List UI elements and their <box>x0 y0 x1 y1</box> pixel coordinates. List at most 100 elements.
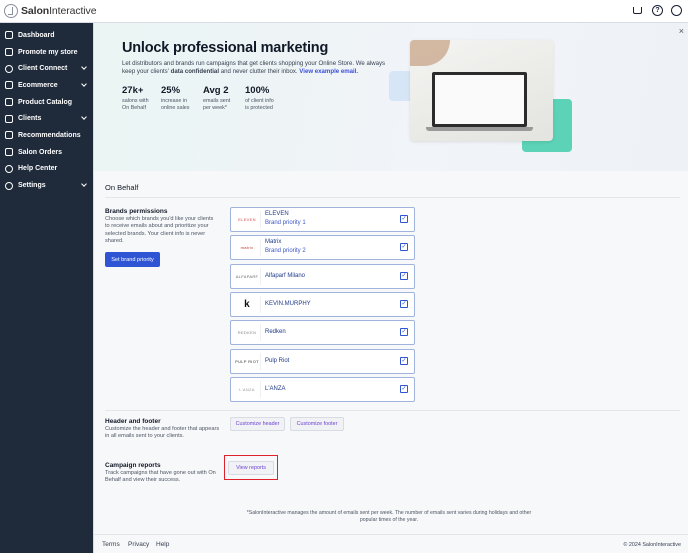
privacy-link[interactable]: Privacy <box>128 541 149 548</box>
sidebar-item-label: Salon Orders <box>18 148 62 156</box>
customize-footer-button[interactable]: Customize footer <box>290 417 344 431</box>
brand-row[interactable]: ALFAPARF Alfaparf Milano ✓ <box>230 264 415 289</box>
brand-name: ELEVEN <box>265 211 289 217</box>
brand-logo: REDKEN <box>234 324 261 341</box>
sidebar-item-product-catalog[interactable]: Product Catalog <box>0 94 93 111</box>
checkbox[interactable]: ✓ <box>400 385 408 393</box>
brand-row[interactable]: REDKEN Redken ✓ <box>230 320 415 345</box>
footer: Terms Privacy Help © 2024 SalonInteracti… <box>94 534 688 553</box>
chevron-down-icon[interactable] <box>81 81 87 87</box>
brand-logo: L'ANZA <box>234 381 261 398</box>
megaphone-icon <box>5 48 13 57</box>
connect-icon <box>5 64 13 73</box>
sidebar-item-label: Ecommerce <box>18 81 58 89</box>
stat-label: of client info is protected <box>245 98 274 111</box>
brand-row[interactable]: L'ANZA L'ANZA ✓ <box>230 377 415 402</box>
brand-name: Pulp Riot <box>265 358 290 364</box>
brand-row[interactable]: matrix Matrix Brand priority 2 ✓ <box>230 235 415 260</box>
stat-label: salons with On Behalf <box>122 98 149 111</box>
checkbox[interactable]: ✓ <box>400 357 408 365</box>
brand-logo: ALFAPARF <box>234 268 261 285</box>
sidebar-item-label: Clients <box>18 115 42 123</box>
sidebar-item-label: Recommendations <box>18 131 81 139</box>
section-title: On Behalf <box>105 183 139 192</box>
brand-priority: Brand priority 2 <box>265 248 306 254</box>
sidebar-item-settings[interactable]: Settings <box>0 177 93 194</box>
help-icon[interactable]: ? <box>652 5 663 16</box>
brand-name: Matrix <box>265 239 282 245</box>
header-footer-description: Customize the header and footer that app… <box>105 426 220 440</box>
brand-logo: PULP RIOT <box>234 353 261 370</box>
banner-stats: 27k+ salons with On Behalf 25% increase in on… <box>122 85 295 111</box>
checkbox[interactable]: ✓ <box>400 215 408 223</box>
campaign-reports-description: Track campaigns that have gone out with … <box>105 470 216 484</box>
brand-name: Alfaparf Milano <box>265 273 306 279</box>
banner-title: Unlock professional marketing <box>122 40 329 56</box>
brand-row[interactable]: PULP RIOT Pulp Riot ✓ <box>230 349 415 374</box>
sidebar-item-dashboard[interactable]: Dashboard <box>0 27 93 44</box>
stat-value: 27k+ <box>122 85 144 96</box>
checkbox[interactable]: ✓ <box>400 300 408 308</box>
top-bar: SalonInteractive ? <box>0 0 688 23</box>
close-icon[interactable]: × <box>679 26 684 36</box>
sidebar-item-help-center[interactable]: Help Center <box>0 161 93 178</box>
set-brand-priority-button[interactable]: Set brand priority <box>105 252 160 267</box>
campaign-reports-title: Campaign reports <box>105 462 161 469</box>
sidebar-item-label: Dashboard <box>18 31 55 39</box>
copyright: © 2024 SalonInteractive <box>623 542 681 548</box>
sidebar-item-clients[interactable]: Clients <box>0 110 93 127</box>
sidebar-item-label: Client Connect <box>18 65 68 73</box>
stat-label: increase in online sales <box>161 98 190 111</box>
brand-name: KEVIN.MURPHY <box>265 301 311 307</box>
banner-description: Let distributors and brands run campaign… <box>122 60 386 76</box>
catalog-icon <box>5 98 13 107</box>
terms-link[interactable]: Terms <box>102 541 120 548</box>
chevron-down-icon[interactable] <box>81 114 87 121</box>
divider <box>105 410 680 411</box>
users-icon <box>5 114 13 123</box>
bag-icon <box>5 81 13 90</box>
stat-label: emails sent per week* <box>203 98 231 111</box>
stat-item: Avg 2 emails sent per week* <box>203 85 245 111</box>
gear-icon <box>5 181 13 190</box>
footnote: *SalonInteractive manages the amount of … <box>246 510 532 523</box>
brand-logo: matrix <box>234 239 261 256</box>
cart-icon[interactable] <box>633 5 644 16</box>
sidebar-item-promote-my-store[interactable]: Promote my store <box>0 44 93 61</box>
user-icon[interactable] <box>671 5 682 16</box>
sidebar-item-client-connect[interactable]: Client Connect <box>0 60 93 77</box>
brand-row[interactable]: ELEVEN ELEVEN Brand priority 1 ✓ <box>230 207 415 232</box>
brand-row[interactable]: k KEVIN.MURPHY ✓ <box>230 292 415 317</box>
brand-name: Redken <box>265 329 286 335</box>
chevron-down-icon[interactable] <box>81 181 87 188</box>
brand-logo: k <box>234 296 261 313</box>
grid-icon <box>5 31 13 40</box>
checkbox[interactable]: ✓ <box>400 243 408 251</box>
divider <box>105 197 680 198</box>
checkbox[interactable]: ✓ <box>400 328 408 336</box>
heart-icon <box>5 131 13 140</box>
sidebar-item-ecommerce[interactable]: Ecommerce <box>0 77 93 94</box>
marketing-banner: × Unlock professional marketing Let dist… <box>94 23 688 171</box>
checkbox[interactable]: ✓ <box>400 272 408 280</box>
stat-value: 100% <box>245 85 270 96</box>
view-reports-button[interactable]: View reports <box>228 461 274 475</box>
header-footer-title: Header and footer <box>105 418 161 425</box>
help-link[interactable]: Help <box>156 541 169 548</box>
brand-priority: Brand priority 1 <box>265 220 306 226</box>
brand-name: L'ANZA <box>265 386 286 392</box>
help-circle-icon <box>5 164 13 173</box>
sidebar-item-recommendations[interactable]: Recommendations <box>0 127 93 144</box>
stat-item: 27k+ salons with On Behalf <box>122 85 161 111</box>
orders-icon <box>5 148 13 157</box>
laptop-image <box>410 40 553 141</box>
chevron-down-icon[interactable] <box>81 64 87 71</box>
app-logo[interactable]: SalonInteractive <box>4 4 97 18</box>
stat-value: Avg 2 <box>203 85 229 96</box>
customize-header-button[interactable]: Customize header <box>230 417 285 431</box>
sidebar-item-label: Product Catalog <box>18 98 73 106</box>
main-content: × Unlock professional marketing Let dist… <box>93 23 688 553</box>
view-example-email-link[interactable]: View example email. <box>299 68 358 75</box>
sidebar-item-label: Help Center <box>18 165 58 173</box>
sidebar-item-salon-orders[interactable]: Salon Orders <box>0 144 93 161</box>
